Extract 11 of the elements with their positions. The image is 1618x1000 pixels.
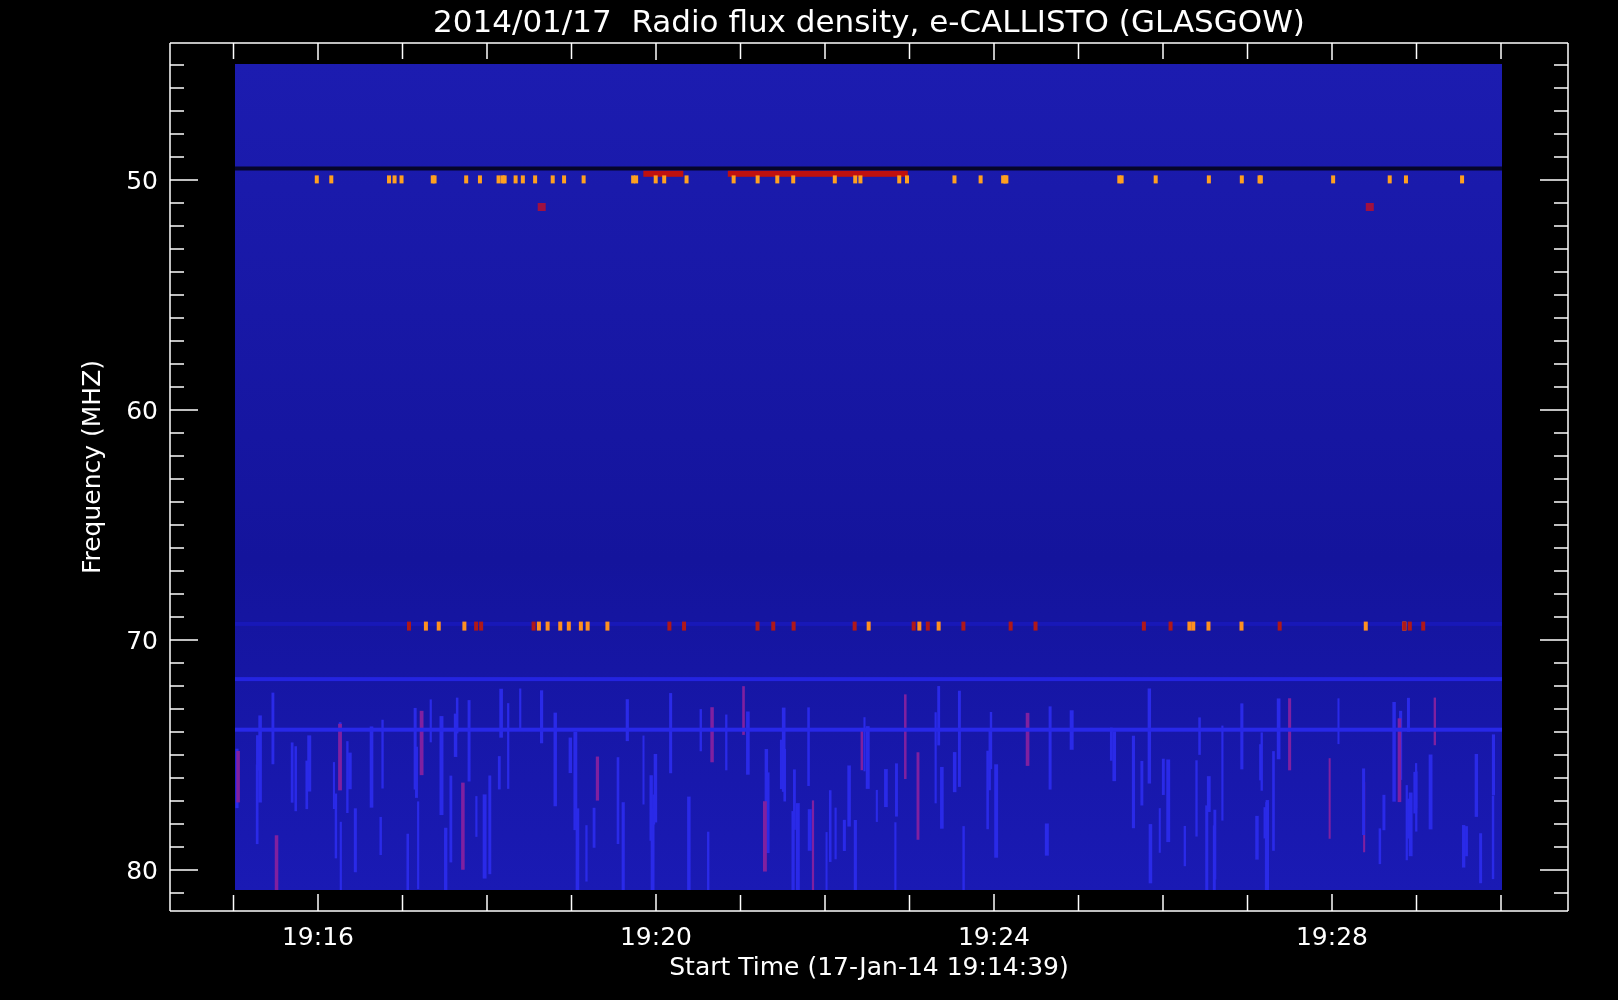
y-tick-label: 80 [126,856,158,885]
x-tick-label: 19:16 [282,922,354,951]
x-tick-label: 19:20 [620,922,692,951]
x-tick-label: 19:24 [958,922,1030,951]
y-tick-label: 60 [126,396,158,425]
chart-title: 2014/01/17 Radio flux density, e-CALLISTO (GLASGOW) [433,3,1305,39]
y-tick-label: 50 [126,166,158,195]
y-axis-label: Frequency (MHZ) [77,359,106,575]
x-tick-label: 19:28 [1296,922,1368,951]
y-tick-label: 70 [126,626,158,655]
x-axis-label: Start Time (17-Jan-14 19:14:39) [669,952,1069,981]
